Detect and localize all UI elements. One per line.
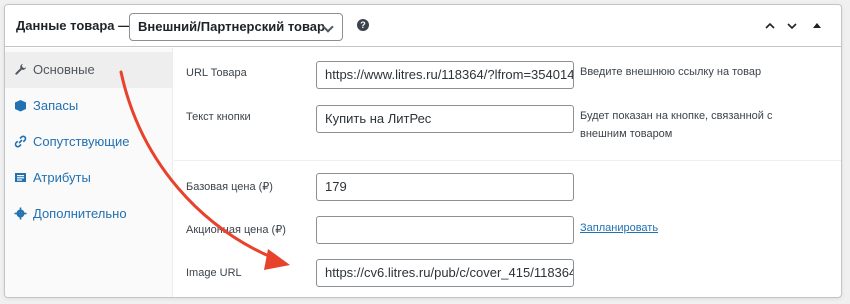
- regular-price-field[interactable]: 179: [316, 173, 574, 201]
- tab-inventory[interactable]: Запасы: [5, 88, 173, 124]
- collapse-toggle-icon[interactable]: [810, 19, 824, 33]
- tab-label: Дополнительно: [33, 206, 127, 221]
- button-text-hint: Будет показан на кнопке, связанной с вне…: [580, 110, 773, 140]
- button-text-label: Текст кнопки: [186, 111, 251, 123]
- panel-title: Данные товара —: [16, 18, 132, 33]
- section-divider: [174, 160, 841, 161]
- list-icon: [14, 171, 27, 184]
- inventory-icon: [14, 99, 27, 112]
- product-url-label: URL Товара: [186, 67, 247, 79]
- wrench-icon: [14, 63, 27, 76]
- move-down-icon[interactable]: [785, 19, 799, 33]
- image-url-field[interactable]: https://cv6.litres.ru/pub/c/cover_415/11…: [316, 259, 574, 287]
- product-data-panel: Данные товара — Внешний/Партнерский това…: [4, 4, 842, 298]
- product-data-tabs: Основные Запасы Сопутствующие Атрибуты Д…: [5, 48, 173, 297]
- schedule-link[interactable]: Запланировать: [580, 222, 658, 234]
- tab-label: Основные: [33, 62, 95, 77]
- tab-label: Запасы: [33, 98, 79, 113]
- tab-general[interactable]: Основные: [5, 52, 173, 88]
- product-url-field[interactable]: https://www.litres.ru/118364/?lfrom=3540…: [316, 61, 574, 89]
- tab-linked-products[interactable]: Сопутствующие: [5, 124, 173, 160]
- sale-price-label: Акционная цена (₽): [186, 224, 286, 236]
- tab-attributes[interactable]: Атрибуты: [5, 160, 173, 196]
- gear-icon: [14, 207, 27, 220]
- product-url-hint: Введите внешнюю ссылку на товар: [580, 66, 762, 78]
- sale-price-field[interactable]: [316, 216, 574, 244]
- product-type-value: Внешний/Партнерский товар: [138, 19, 325, 34]
- help-icon[interactable]: ?: [357, 19, 369, 31]
- tab-advanced[interactable]: Дополнительно: [5, 196, 173, 232]
- tab-label: Сопутствующие: [33, 134, 130, 149]
- regular-price-label: Базовая цена (₽): [186, 181, 273, 193]
- image-url-label: Image URL: [186, 267, 242, 279]
- link-icon: [14, 135, 27, 148]
- button-text-field[interactable]: Купить на ЛитРес: [316, 105, 574, 133]
- move-up-icon[interactable]: [763, 19, 777, 33]
- product-type-select[interactable]: Внешний/Партнерский товар: [129, 13, 343, 41]
- panel-header: Данные товара — Внешний/Партнерский това…: [5, 5, 841, 47]
- tab-label: Атрибуты: [33, 170, 91, 185]
